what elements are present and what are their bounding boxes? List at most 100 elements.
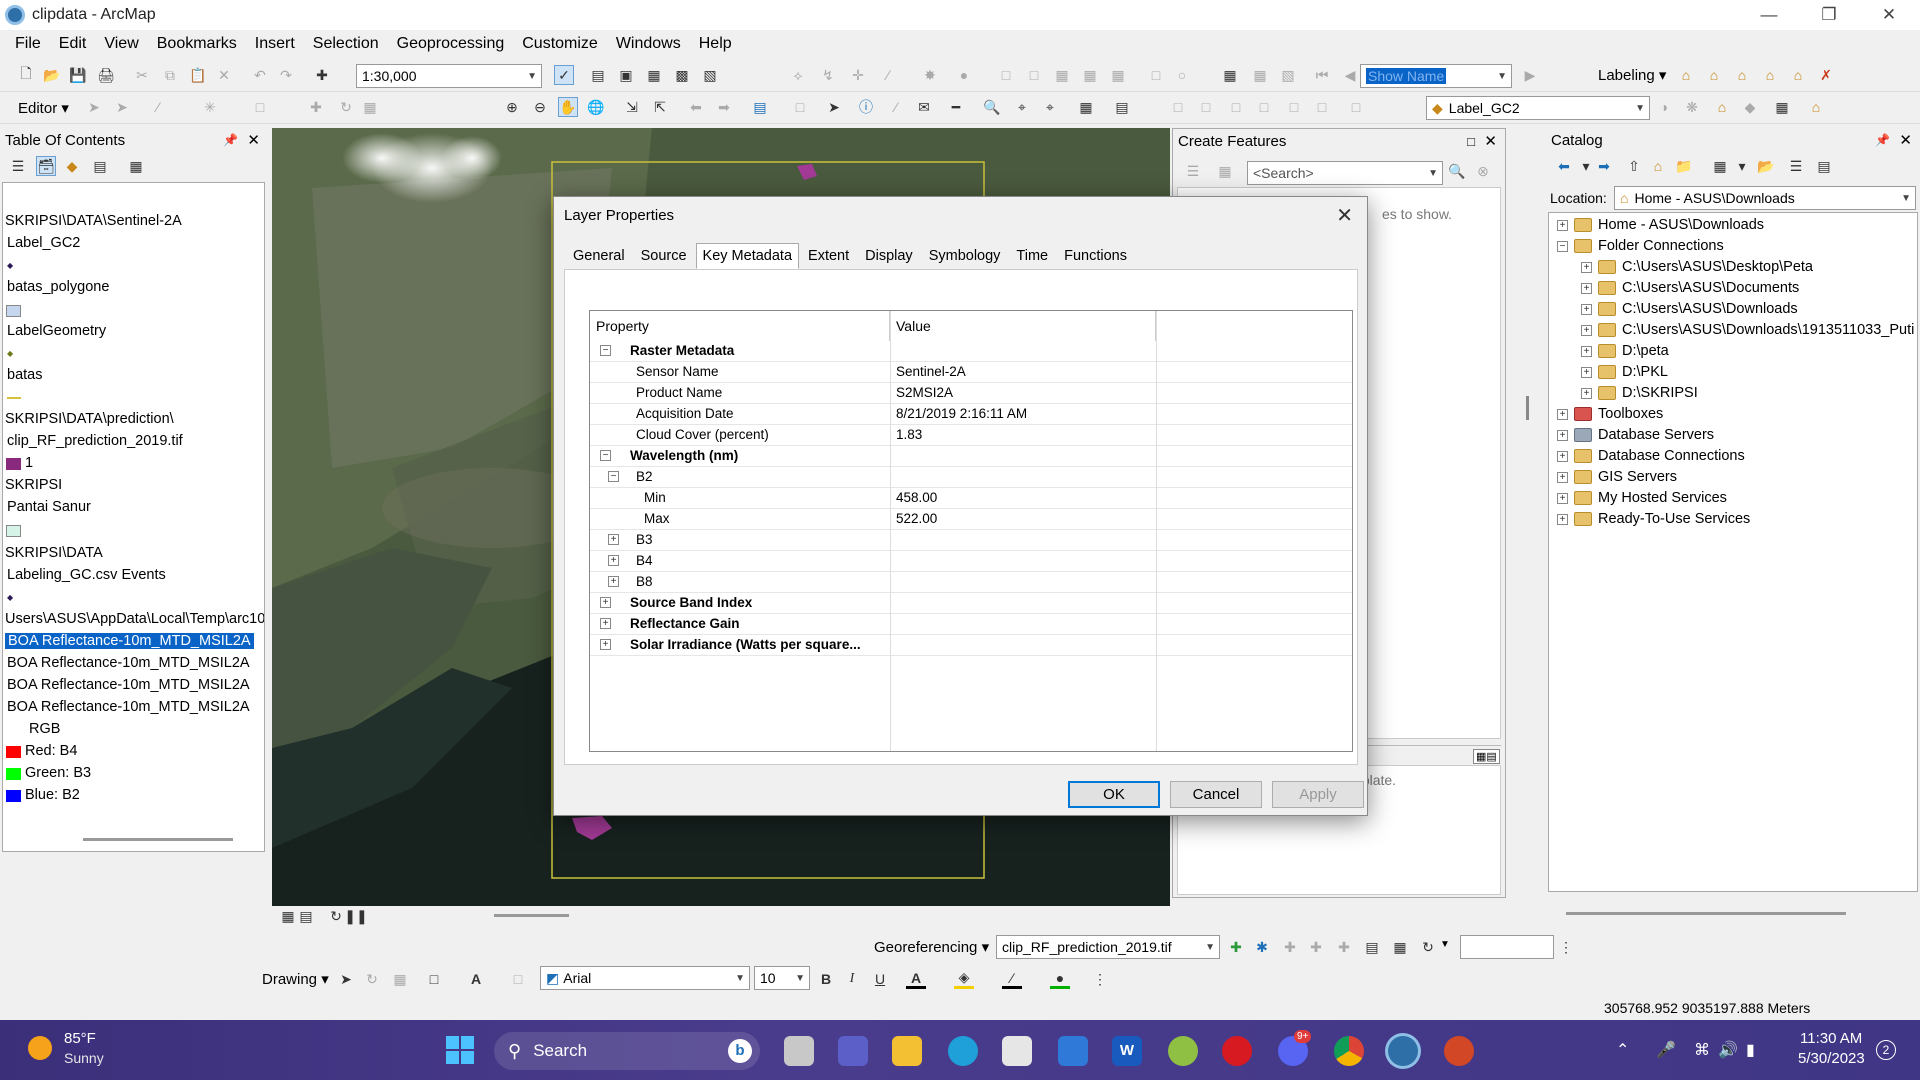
create-viewer-icon[interactable]: ▤ xyxy=(1112,97,1132,117)
clock-date[interactable]: 5/30/2023 xyxy=(1798,1050,1865,1067)
auto-registration-icon[interactable]: ✱ xyxy=(1252,937,1272,957)
move-icon[interactable]: ✚ xyxy=(306,97,326,117)
toc-layer-boa[interactable]: BOA Reflectance-10m_MTD_MSIL2A xyxy=(7,655,250,671)
edit-vertices-icon[interactable]: ⟡ xyxy=(788,65,808,85)
expand-icon[interactable]: + xyxy=(608,534,619,545)
qgis-icon[interactable] xyxy=(1168,1036,1198,1066)
back-dropdown-icon[interactable]: ▾ xyxy=(1576,156,1596,176)
fixed-zoom-in-icon[interactable]: ⇲ xyxy=(622,97,642,117)
straight-segment-icon[interactable]: ∕ xyxy=(148,97,168,117)
toc-horizontal-scrollbar[interactable] xyxy=(83,838,233,841)
catalog-options-icon[interactable]: ▤ xyxy=(1814,156,1834,176)
trace-tool-icon[interactable]: □ xyxy=(250,97,270,117)
expand-icon[interactable]: + xyxy=(1581,282,1592,294)
clear-search-icon[interactable]: ⊗ xyxy=(1473,161,1493,181)
zoom-in-icon[interactable]: ⊕ xyxy=(502,97,522,117)
list-by-drawing-order-icon[interactable]: ☰ xyxy=(8,156,28,176)
label-lock-icon[interactable]: ⌂ xyxy=(1806,97,1826,117)
toc-close-icon[interactable]: ✕ xyxy=(247,131,260,149)
catalog-window-icon[interactable]: ▣ xyxy=(616,65,636,85)
lock-labels-icon[interactable]: ⌂ xyxy=(1732,65,1752,85)
apply-button[interactable]: Apply xyxy=(1272,781,1364,808)
new-annotation-icon[interactable]: □ xyxy=(1196,97,1216,117)
python-window-icon[interactable]: ▧ xyxy=(700,65,720,85)
expand-icon[interactable]: + xyxy=(1557,408,1568,420)
tree-folder[interactable]: + D:\PKL xyxy=(1581,364,1668,380)
toc-source-prediction[interactable]: SKRIPSI\DATA\prediction\ xyxy=(5,411,174,427)
tree-home[interactable]: + Home - ASUS\Downloads xyxy=(1557,217,1764,233)
expand-icon[interactable]: + xyxy=(1581,261,1592,273)
tree-ready-services[interactable]: + Ready-To-Use Services xyxy=(1557,511,1750,527)
collapse-icon[interactable]: − xyxy=(600,345,611,356)
italic-icon[interactable]: I xyxy=(842,969,862,989)
select-elements-icon[interactable]: ➤ xyxy=(824,97,844,117)
first-frame-icon[interactable]: ⏮ xyxy=(1312,65,1332,85)
drawing-overflow-icon[interactable]: ⋮ xyxy=(1090,969,1110,989)
expand-icon[interactable]: + xyxy=(1581,387,1592,399)
view-toggle-icon[interactable]: ▦▤ xyxy=(1473,749,1500,764)
connect-icon[interactable]: 📂 xyxy=(1756,156,1776,176)
tab-general[interactable]: General xyxy=(566,243,632,269)
zoom-out-icon[interactable]: ⊖ xyxy=(530,97,550,117)
edit-tool-icon[interactable]: ➤ xyxy=(84,97,104,117)
list-by-source-icon[interactable]: 🗃 xyxy=(36,156,56,176)
create-features-close-icon[interactable]: ✕ xyxy=(1484,132,1497,150)
tree-folder[interactable]: + D:\SKRIPSI xyxy=(1581,385,1698,401)
toc-layer-batas-polygone[interactable]: batas_polygone xyxy=(7,279,109,295)
go-to-xy-icon[interactable]: ⌖ xyxy=(1040,97,1060,117)
select-features-icon[interactable]: ▤ xyxy=(750,97,770,117)
dialog-close-icon[interactable]: ✕ xyxy=(1336,203,1353,228)
tree-folder[interactable]: + C:\Users\ASUS\Downloads xyxy=(1581,301,1798,317)
editor-menu[interactable]: Editor ▾ xyxy=(18,99,69,117)
splined-text-icon[interactable]: □ xyxy=(1312,97,1332,117)
font-size-combo[interactable]: 10 ▼ xyxy=(754,966,810,990)
network-flag-icon[interactable]: ○ xyxy=(1172,65,1192,85)
label-manager-icon[interactable]: ⌂ xyxy=(1676,65,1696,85)
tab-extent[interactable]: Extent xyxy=(801,243,856,269)
font-color-icon[interactable]: A xyxy=(906,969,926,989)
expand-icon[interactable]: + xyxy=(600,597,611,608)
tree-view-icon[interactable]: ☰ xyxy=(1786,156,1806,176)
label-weight-icon[interactable]: ✗ xyxy=(1816,65,1836,85)
geometric-network-icon[interactable]: □ xyxy=(1146,65,1166,85)
weather-temp[interactable]: 85°F xyxy=(64,1030,96,1047)
metadata-row[interactable]: − Wavelength (nm) xyxy=(590,446,1352,467)
curved-text-icon[interactable]: □ xyxy=(1226,97,1246,117)
tree-database-connections[interactable]: + Database Connections xyxy=(1557,448,1745,464)
metadata-row[interactable]: + B8 xyxy=(590,572,1352,593)
grid-icon[interactable]: ▦ xyxy=(1080,65,1100,85)
expand-icon[interactable]: + xyxy=(608,555,619,566)
toc-layer-boa-selected[interactable]: BOA Reflectance-10m_MTD_MSIL2A xyxy=(5,633,254,649)
cut-polygons-icon[interactable]: ✛ xyxy=(848,65,868,85)
back-icon[interactable]: ⬅ xyxy=(1554,156,1574,176)
tree-gis-servers[interactable]: + GIS Servers xyxy=(1557,469,1677,485)
connect-folder-icon[interactable]: 📁 xyxy=(1674,156,1694,176)
up-one-level-icon[interactable]: ⇧ xyxy=(1624,156,1644,176)
label-toggle-icon[interactable]: ◑ xyxy=(1654,97,1674,117)
tree-folder-connections[interactable]: − Folder Connections xyxy=(1557,238,1724,254)
select-link-icon[interactable]: ✚ xyxy=(1280,937,1300,957)
georef-overflow-icon[interactable]: ⋮ xyxy=(1556,937,1576,957)
weather-desc[interactable]: Sunny xyxy=(64,1050,104,1066)
label-ranking-icon[interactable]: ◆ xyxy=(1740,97,1760,117)
toc-source-temp[interactable]: Users\ASUS\AppData\Local\Temp\arc10 xyxy=(5,611,264,627)
annotation-edit-icon[interactable]: ➤ xyxy=(112,97,132,117)
label-priority-icon[interactable]: ⌂ xyxy=(1704,65,1724,85)
catalog-close-icon[interactable]: ✕ xyxy=(1899,131,1912,149)
tree-folder[interactable]: + C:\Users\ASUS\Downloads\1913511033_Puti xyxy=(1581,322,1914,338)
rotation-input[interactable] xyxy=(1460,935,1554,959)
find-route-icon[interactable]: ⌖ xyxy=(1012,97,1032,117)
fixed-zoom-out-icon[interactable]: ⇱ xyxy=(650,97,670,117)
toc-layer-batas[interactable]: batas xyxy=(7,367,42,383)
search-icon[interactable]: 🔍 xyxy=(1447,161,1467,181)
menu-help[interactable]: Help xyxy=(690,35,741,53)
identify-icon[interactable]: ⓘ xyxy=(856,97,876,117)
drawing-menu[interactable]: Drawing ▾ xyxy=(262,970,329,988)
trace-icon[interactable]: □ xyxy=(1024,65,1044,85)
metadata-row[interactable]: Acquisition Date 8/21/2019 2:16:11 AM xyxy=(590,404,1352,425)
toc-source-skripsi-data[interactable]: SKRIPSI\DATA xyxy=(5,545,103,561)
expand-icon[interactable]: + xyxy=(1581,345,1592,357)
weather-sun-icon[interactable] xyxy=(28,1036,52,1060)
powerpoint-icon[interactable] xyxy=(1444,1036,1474,1066)
pause-labeling-icon[interactable]: ⌂ xyxy=(1760,65,1780,85)
